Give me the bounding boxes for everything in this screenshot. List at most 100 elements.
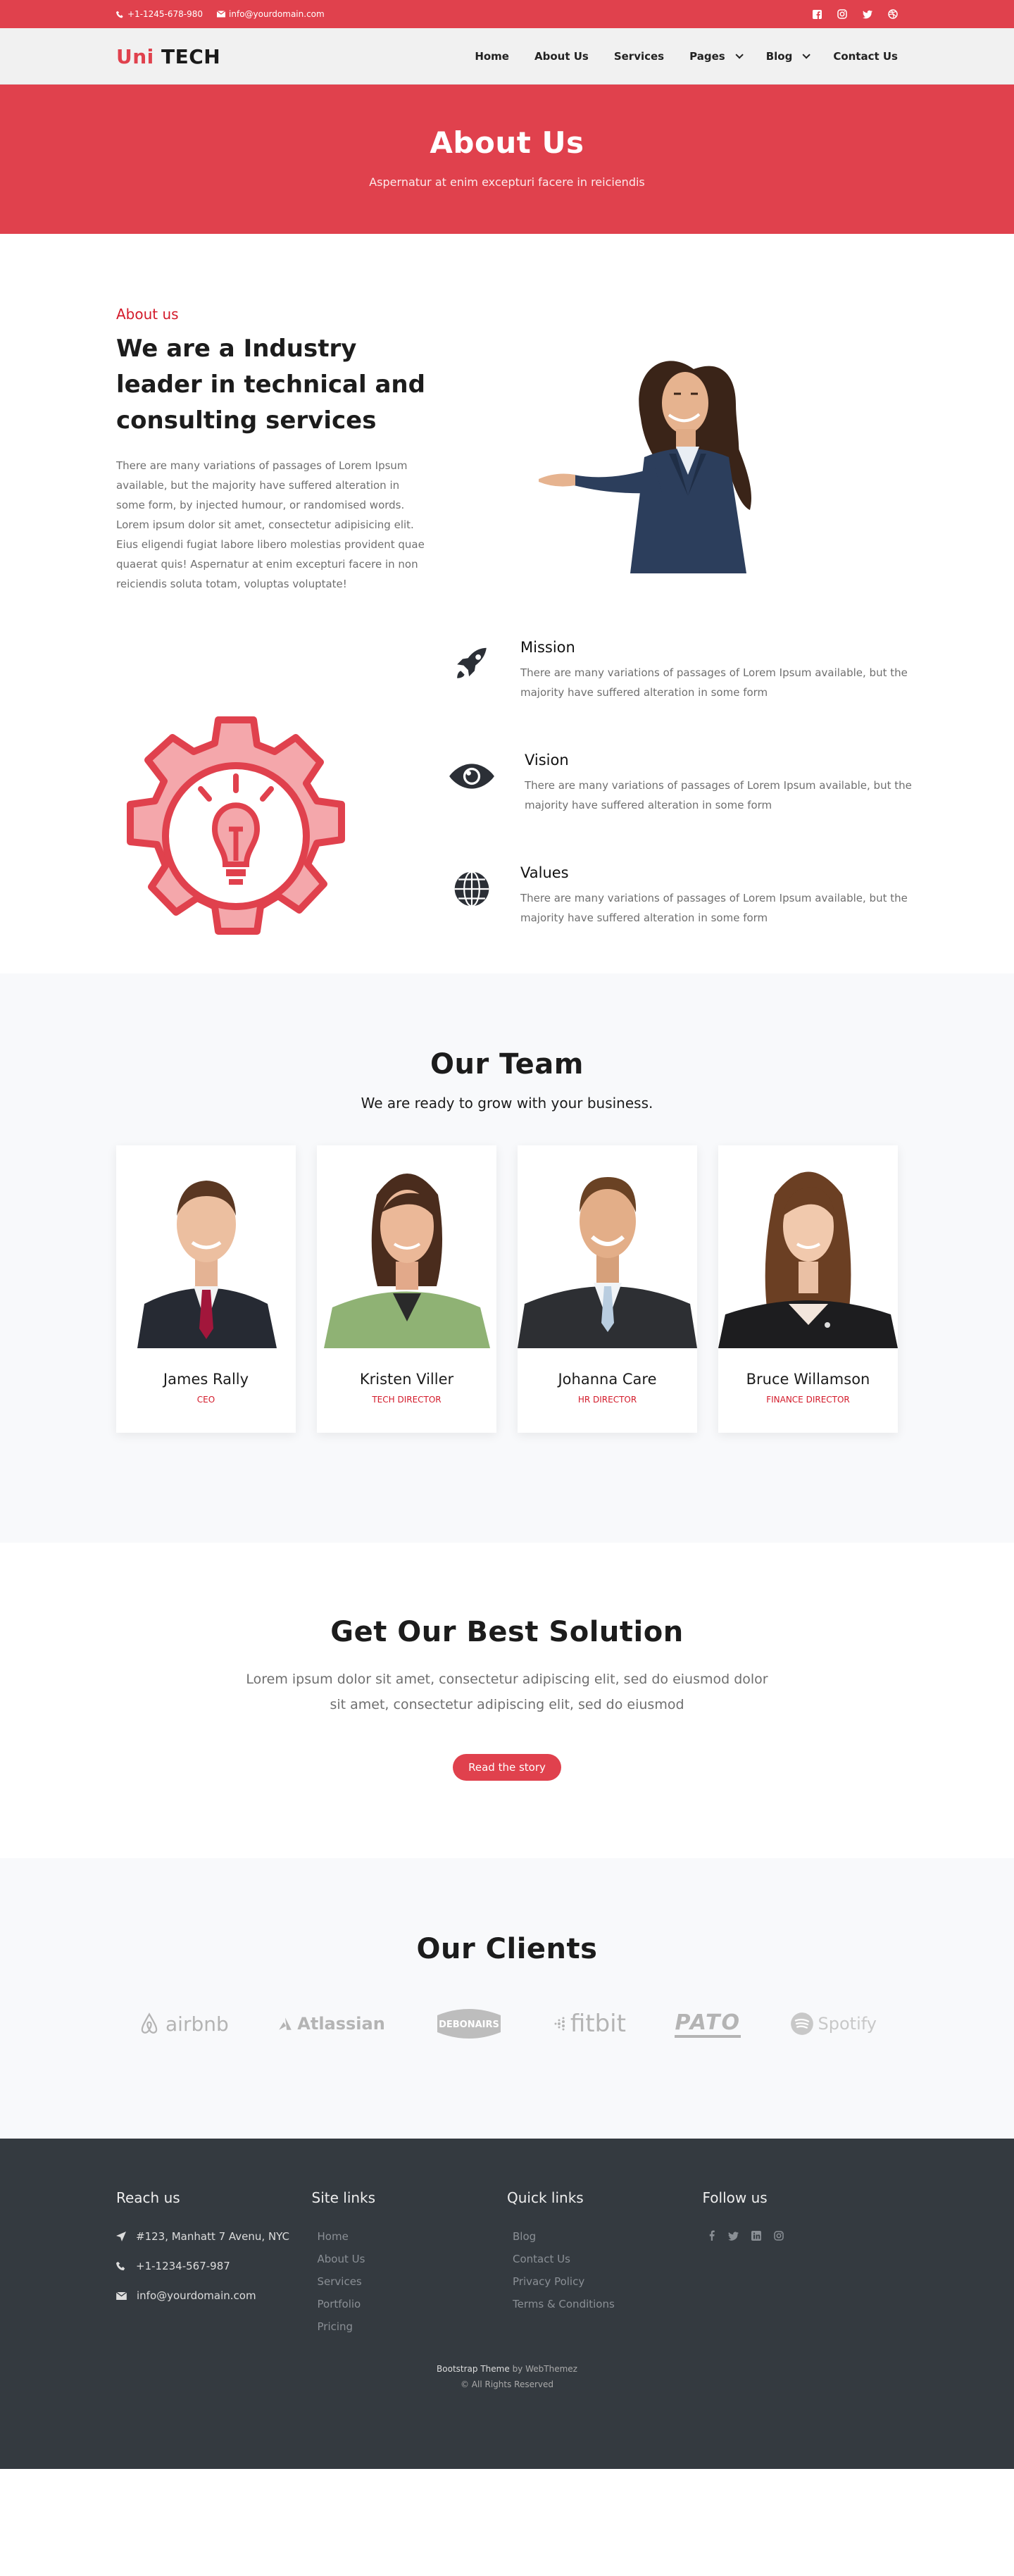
team-title: Our Team	[430, 1048, 584, 1081]
footer-link-privacy[interactable]: Privacy Policy	[507, 2275, 703, 2288]
team-section: Our Team We are ready to grow with your …	[0, 973, 1014, 1543]
main-navbar: Uni TECH Home About Us Services Pages Bl…	[0, 28, 1014, 85]
team-member-name: Bruce Willamson	[746, 1371, 870, 1388]
dribbble-icon[interactable]	[888, 9, 898, 19]
footer-phone[interactable]: +1-1234-567-987	[116, 2260, 312, 2272]
solution-section: Get Our Best Solution Lorem ipsum dolor …	[0, 1543, 1014, 1858]
team-member-name: James Rally	[163, 1371, 249, 1388]
team-member-photo	[317, 1145, 496, 1348]
client-logo-fitbit: fitbit	[553, 2010, 626, 2038]
team-member-name: Kristen Viller	[359, 1371, 454, 1388]
about-label: About us	[116, 306, 179, 323]
instagram-icon[interactable]	[773, 2230, 784, 2244]
site-footer: Reach us #123, Manhatt 7 Avenu, NYC +1-1…	[0, 2139, 1014, 2469]
nav-item-blog[interactable]: Blog	[766, 50, 811, 63]
client-logo-airbnb: airbnb	[137, 2012, 229, 2036]
team-card[interactable]: Johanna Care HR DIRECTOR	[518, 1145, 697, 1433]
clients-title: Our Clients	[416, 1933, 598, 1965]
business-woman-image	[539, 361, 751, 573]
credit-theme-link[interactable]: Bootstrap Theme	[437, 2364, 510, 2374]
values-item: Values There are many variations of pass…	[447, 864, 911, 928]
team-member-role: FINANCE DIRECTOR	[766, 1395, 850, 1405]
facebook-icon[interactable]	[708, 2230, 715, 2244]
team-member-role: HR DIRECTOR	[577, 1395, 637, 1405]
nav-item-pages[interactable]: Pages	[689, 50, 744, 63]
nav-item-home[interactable]: Home	[475, 50, 509, 63]
team-member-role: TECH DIRECTOR	[372, 1395, 442, 1405]
facebook-icon[interactable]	[812, 9, 822, 19]
footer-link-home[interactable]: Home	[312, 2230, 508, 2243]
team-card[interactable]: James Rally CEO	[116, 1145, 296, 1433]
eye-icon	[447, 752, 496, 801]
phone-icon	[116, 2261, 125, 2271]
clients-section: Our Clients airbnb Atlassian DEBONAIRS f…	[0, 1858, 1014, 2139]
client-logo-spotify: Spotify	[790, 2012, 877, 2036]
footer-link-portfolio[interactable]: Portfolio	[312, 2298, 508, 2310]
team-card[interactable]: Bruce Willamson FINANCE DIRECTOR	[718, 1145, 898, 1433]
team-subtitle: We are ready to grow with your business.	[361, 1095, 653, 1112]
footer-quick-links-column: Quick links Blog Contact Us Privacy Poli…	[507, 2189, 703, 2343]
mission-text: There are many variations of passages of…	[520, 666, 908, 699]
twitter-icon[interactable]	[863, 9, 872, 19]
envelope-icon	[217, 11, 226, 18]
site-logo[interactable]: Uni TECH	[116, 45, 220, 68]
footer-follow-column: Follow us	[703, 2189, 899, 2343]
linkedin-icon[interactable]	[751, 2230, 761, 2244]
footer-link-contact[interactable]: Contact Us	[507, 2253, 703, 2265]
team-member-photo	[718, 1145, 898, 1348]
footer-site-links-column: Site links Home About Us Services Portfo…	[312, 2189, 508, 2343]
footer-link-about[interactable]: About Us	[312, 2253, 508, 2265]
vision-title: Vision	[525, 752, 569, 769]
team-member-photo	[116, 1145, 296, 1348]
page-title: About Us	[430, 125, 584, 160]
chevron-down-icon	[735, 51, 744, 59]
page-subtitle: Aspernatur at enim excepturi facere in r…	[369, 175, 645, 189]
client-logo-atlassian: Atlassian	[277, 2014, 385, 2034]
about-body: There are many variations of passages of…	[116, 459, 425, 590]
team-member-role: CEO	[196, 1395, 215, 1405]
footer-email[interactable]: info@yourdomain.com	[116, 2289, 312, 2302]
twitter-icon[interactable]	[727, 2230, 739, 2244]
nav-item-contact[interactable]: Contact Us	[833, 50, 898, 63]
vision-item: Vision There are many variations of pass…	[447, 752, 915, 815]
page-hero: About Us Aspernatur at enim excepturi fa…	[0, 85, 1014, 234]
client-logo-pato: PATO	[675, 2010, 741, 2038]
values-title: Values	[520, 864, 569, 881]
client-logo-debonairs: DEBONAIRS	[434, 2003, 504, 2045]
footer-link-terms[interactable]: Terms & Conditions	[507, 2298, 703, 2310]
svg-text:DEBONAIRS: DEBONAIRS	[439, 2020, 499, 2030]
solution-text: Lorem ipsum dolor sit amet, consectetur …	[246, 1672, 768, 1712]
top-bar: +1-1245-678-980 info@yourdomain.com	[0, 0, 1014, 28]
phone-icon	[116, 11, 123, 18]
footer-link-services[interactable]: Services	[312, 2275, 508, 2288]
team-member-name: Johanna Care	[558, 1371, 657, 1388]
vision-text: There are many variations of passages of…	[525, 779, 912, 811]
rocket-icon	[447, 639, 496, 688]
solution-title: Get Our Best Solution	[330, 1616, 684, 1648]
about-title: We are a Industry leader in technical an…	[116, 335, 425, 435]
instagram-icon[interactable]	[837, 9, 847, 19]
read-story-button[interactable]: Read the story	[453, 1754, 561, 1781]
footer-address: #123, Manhatt 7 Avenu, NYC	[116, 2230, 312, 2243]
values-text: There are many variations of passages of…	[520, 892, 908, 924]
nav-item-about[interactable]: About Us	[534, 50, 589, 63]
topbar-email[interactable]: info@yourdomain.com	[217, 9, 325, 19]
team-card[interactable]: Kristen Viller TECH DIRECTOR	[317, 1145, 496, 1433]
mission-vision-values-section: Mission There are many variations of pas…	[0, 639, 1014, 973]
topbar-phone[interactable]: +1-1245-678-980	[116, 9, 203, 19]
footer-link-blog[interactable]: Blog	[507, 2230, 703, 2243]
chevron-down-icon	[802, 51, 811, 59]
globe-icon	[447, 864, 496, 914]
mission-item: Mission There are many variations of pas…	[447, 639, 911, 702]
gear-lightbulb-illustration	[127, 716, 345, 935]
nav-menu: Home About Us Services Pages Blog Contac…	[475, 50, 898, 63]
location-arrow-icon	[116, 2232, 126, 2241]
nav-item-services[interactable]: Services	[614, 50, 664, 63]
mission-title: Mission	[520, 639, 575, 656]
team-member-photo	[518, 1145, 697, 1348]
about-section: About us We are a Industry leader in tec…	[0, 234, 1014, 642]
footer-link-pricing[interactable]: Pricing	[312, 2320, 508, 2333]
envelope-icon	[116, 2291, 127, 2300]
footer-reach-column: Reach us #123, Manhatt 7 Avenu, NYC +1-1…	[116, 2189, 312, 2343]
copyright: Bootstrap Theme by WebThemez © All Right…	[437, 2364, 577, 2389]
